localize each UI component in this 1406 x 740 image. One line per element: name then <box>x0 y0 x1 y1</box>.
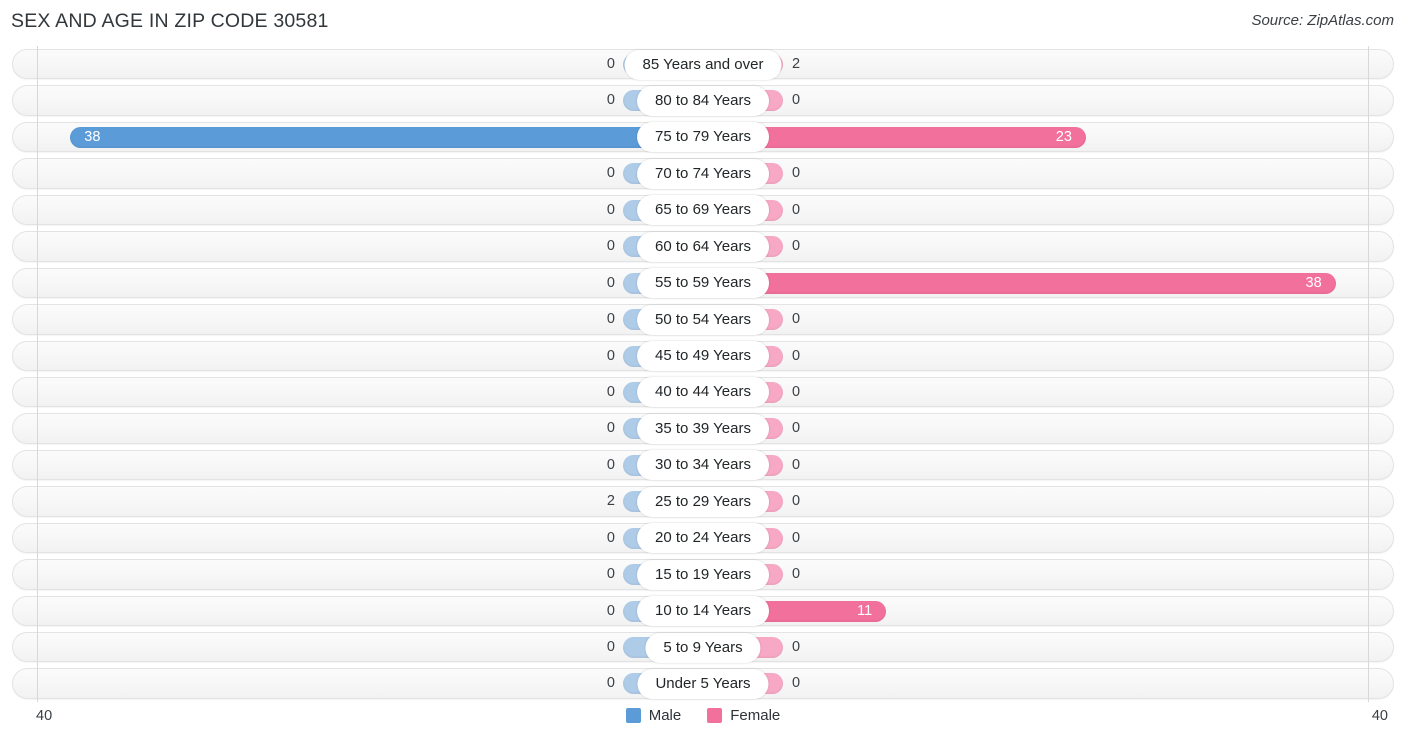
value-label-female: 0 <box>792 238 801 255</box>
value-label-male: 0 <box>606 238 615 255</box>
category-label: 45 to 49 Years <box>637 341 769 371</box>
value-label-male: 0 <box>606 347 615 364</box>
value-label-female: 0 <box>792 201 801 218</box>
value-label-male: 0 <box>606 311 615 328</box>
value-label-male: 38 <box>84 128 101 145</box>
value-label-female: 0 <box>792 383 801 400</box>
category-label: 15 to 19 Years <box>637 559 769 590</box>
value-label-male: 0 <box>606 56 615 72</box>
chart-header: SEX AND AGE IN ZIP CODE 30581 Source: Zi… <box>0 0 1406 45</box>
value-label-female: 0 <box>792 566 801 583</box>
axis-line-right <box>1368 46 1369 702</box>
category-label: 65 to 69 Years <box>637 195 769 226</box>
category-label: 55 to 59 Years <box>637 268 769 299</box>
category-label: 80 to 84 Years <box>637 85 769 116</box>
value-label-female: 0 <box>792 456 801 473</box>
value-label-female: 0 <box>792 675 801 692</box>
value-label-female: 2 <box>792 56 801 72</box>
category-label: 40 to 44 Years <box>637 377 769 408</box>
source-attribution: Source: ZipAtlas.com <box>1251 12 1394 29</box>
value-label-male: 2 <box>606 493 615 510</box>
chart-row[interactable]: 0 0 35 to 39 Years <box>0 410 1406 446</box>
value-label-female: 0 <box>792 92 801 109</box>
chart-row[interactable]: 0 0 60 to 64 Years <box>0 228 1406 264</box>
chart-row[interactable]: 0 11 10 to 14 Years <box>0 593 1406 629</box>
chart-row[interactable]: 2 0 25 to 29 Years <box>0 483 1406 519</box>
chart-page: SEX AND AGE IN ZIP CODE 30581 Source: Zi… <box>0 0 1406 740</box>
chart-row[interactable]: 0 38 55 to 59 Years <box>0 265 1406 301</box>
value-label-male: 0 <box>606 165 615 182</box>
legend-item-female[interactable]: Female <box>707 707 780 724</box>
value-label-male: 0 <box>606 92 615 109</box>
value-label-female: 0 <box>792 347 801 364</box>
chart-row[interactable]: 38 23 75 to 79 Years <box>0 119 1406 155</box>
chart-row[interactable]: 0 0 30 to 34 Years <box>0 447 1406 483</box>
legend-swatch-female-icon <box>707 708 723 723</box>
category-label: 50 to 54 Years <box>637 304 769 335</box>
value-label-male: 0 <box>606 274 615 291</box>
value-label-male: 0 <box>606 566 615 583</box>
legend-swatch-male-icon <box>625 708 641 723</box>
value-label-female: 0 <box>792 420 801 437</box>
category-label: 20 to 24 Years <box>637 523 769 554</box>
category-label: 75 to 79 Years <box>637 122 769 153</box>
value-label-male: 0 <box>606 675 615 692</box>
value-label-male: 0 <box>606 639 615 655</box>
chart-row[interactable]: 0 0 20 to 24 Years <box>0 520 1406 556</box>
value-label-female: 0 <box>792 311 801 328</box>
page-title: SEX AND AGE IN ZIP CODE 30581 <box>11 10 329 32</box>
chart-row[interactable]: 0 0 5 to 9 Years <box>0 629 1406 665</box>
category-label: 5 to 9 Years <box>645 632 761 663</box>
chart-row[interactable]: 0 2 85 Years and over <box>0 46 1406 82</box>
pyramid-chart-plot: 0 2 85 Years and over 0 0 80 to 84 Years 38 23 7… <box>0 46 1406 702</box>
category-label: 70 to 74 Years <box>637 158 769 189</box>
value-label-male: 0 <box>606 383 615 400</box>
legend-item-male[interactable]: Male <box>625 707 682 724</box>
category-label: 30 to 34 Years <box>637 450 769 481</box>
chart-legend: Male Female <box>0 707 1406 724</box>
category-label: 25 to 29 Years <box>637 486 769 517</box>
chart-row[interactable]: 0 0 40 to 44 Years <box>0 374 1406 410</box>
value-label-female: 0 <box>792 639 801 655</box>
chart-row[interactable]: 0 0 15 to 19 Years <box>0 556 1406 592</box>
legend-label-female: Female <box>730 707 781 724</box>
category-label: Under 5 Years <box>637 668 769 699</box>
legend-label-male: Male <box>648 707 682 724</box>
value-label-male: 0 <box>606 602 615 619</box>
value-label-male: 0 <box>606 529 615 546</box>
category-label: 10 to 14 Years <box>637 596 769 627</box>
value-label-female: 0 <box>792 529 801 546</box>
category-label: 35 to 39 Years <box>637 413 769 444</box>
chart-row[interactable]: 0 0 65 to 69 Years <box>0 192 1406 228</box>
axis-line-left <box>37 46 38 702</box>
chart-row[interactable]: 0 0 70 to 74 Years <box>0 155 1406 191</box>
value-label-female: 0 <box>792 165 801 182</box>
value-label-male: 0 <box>606 201 615 218</box>
value-label-female: 0 <box>792 493 801 510</box>
category-label: 85 Years and over <box>624 49 782 80</box>
chart-row[interactable]: 0 0 Under 5 Years <box>0 665 1406 701</box>
category-label: 60 to 64 Years <box>637 231 769 262</box>
chart-footer: 40 40 Male Female <box>0 702 1406 740</box>
value-label-male: 0 <box>606 456 615 473</box>
value-label-female: 38 <box>1305 274 1322 291</box>
value-label-male: 0 <box>606 420 615 437</box>
chart-rows: 0 2 85 Years and over 0 0 80 to 84 Years 38 23 7… <box>0 46 1406 702</box>
chart-row[interactable]: 0 0 80 to 84 Years <box>0 82 1406 118</box>
chart-row[interactable]: 0 0 50 to 54 Years <box>0 301 1406 337</box>
chart-row[interactable]: 0 0 45 to 49 Years <box>0 338 1406 374</box>
